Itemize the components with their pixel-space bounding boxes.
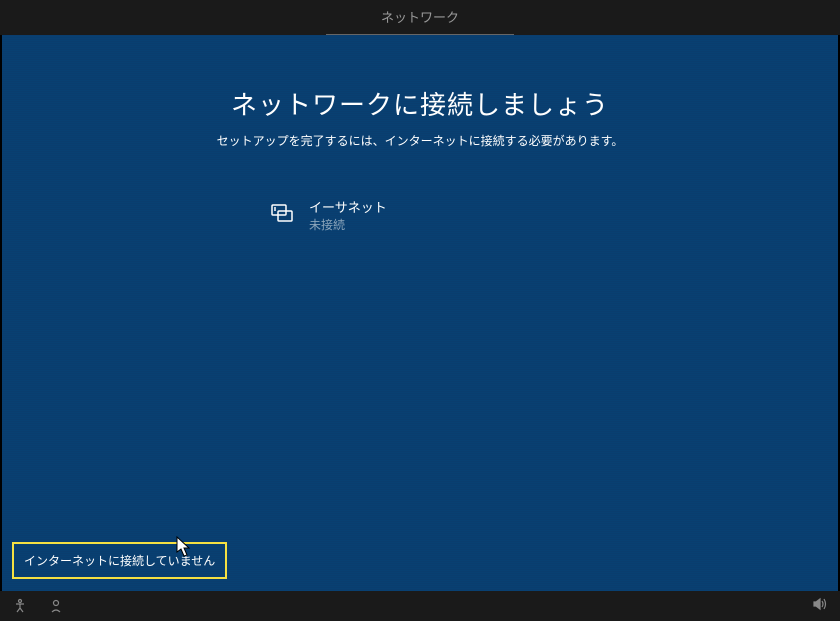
footer-bar (0, 591, 840, 621)
network-item-ethernet[interactable]: イーサネット 未接続 (270, 194, 570, 239)
network-list: イーサネット 未接続 (270, 194, 570, 239)
ethernet-icon (270, 201, 294, 225)
network-status: 未接続 (309, 217, 387, 234)
accessibility-icon[interactable] (12, 598, 28, 614)
network-name: イーサネット (309, 199, 387, 217)
main-content: ネットワークに接続しましょう セットアップを完了するには、インターネットに接続す… (2, 35, 838, 591)
footer-left (12, 598, 64, 614)
page-subtitle: セットアップを完了するには、インターネットに接続する必要があります。 (217, 132, 624, 149)
volume-icon[interactable] (812, 596, 828, 612)
footer-right (812, 596, 828, 617)
header-bar: ネットワーク (0, 0, 840, 35)
tab-label: ネットワーク (381, 10, 459, 25)
network-info: イーサネット 未接続 (309, 199, 387, 234)
skip-button-label: インターネットに接続していません (24, 554, 215, 568)
tab-network[interactable]: ネットワーク (326, 0, 514, 36)
ime-icon[interactable] (48, 598, 64, 614)
skip-internet-button[interactable]: インターネットに接続していません (12, 542, 227, 579)
page-title: ネットワークに接続しましょう (231, 85, 609, 122)
